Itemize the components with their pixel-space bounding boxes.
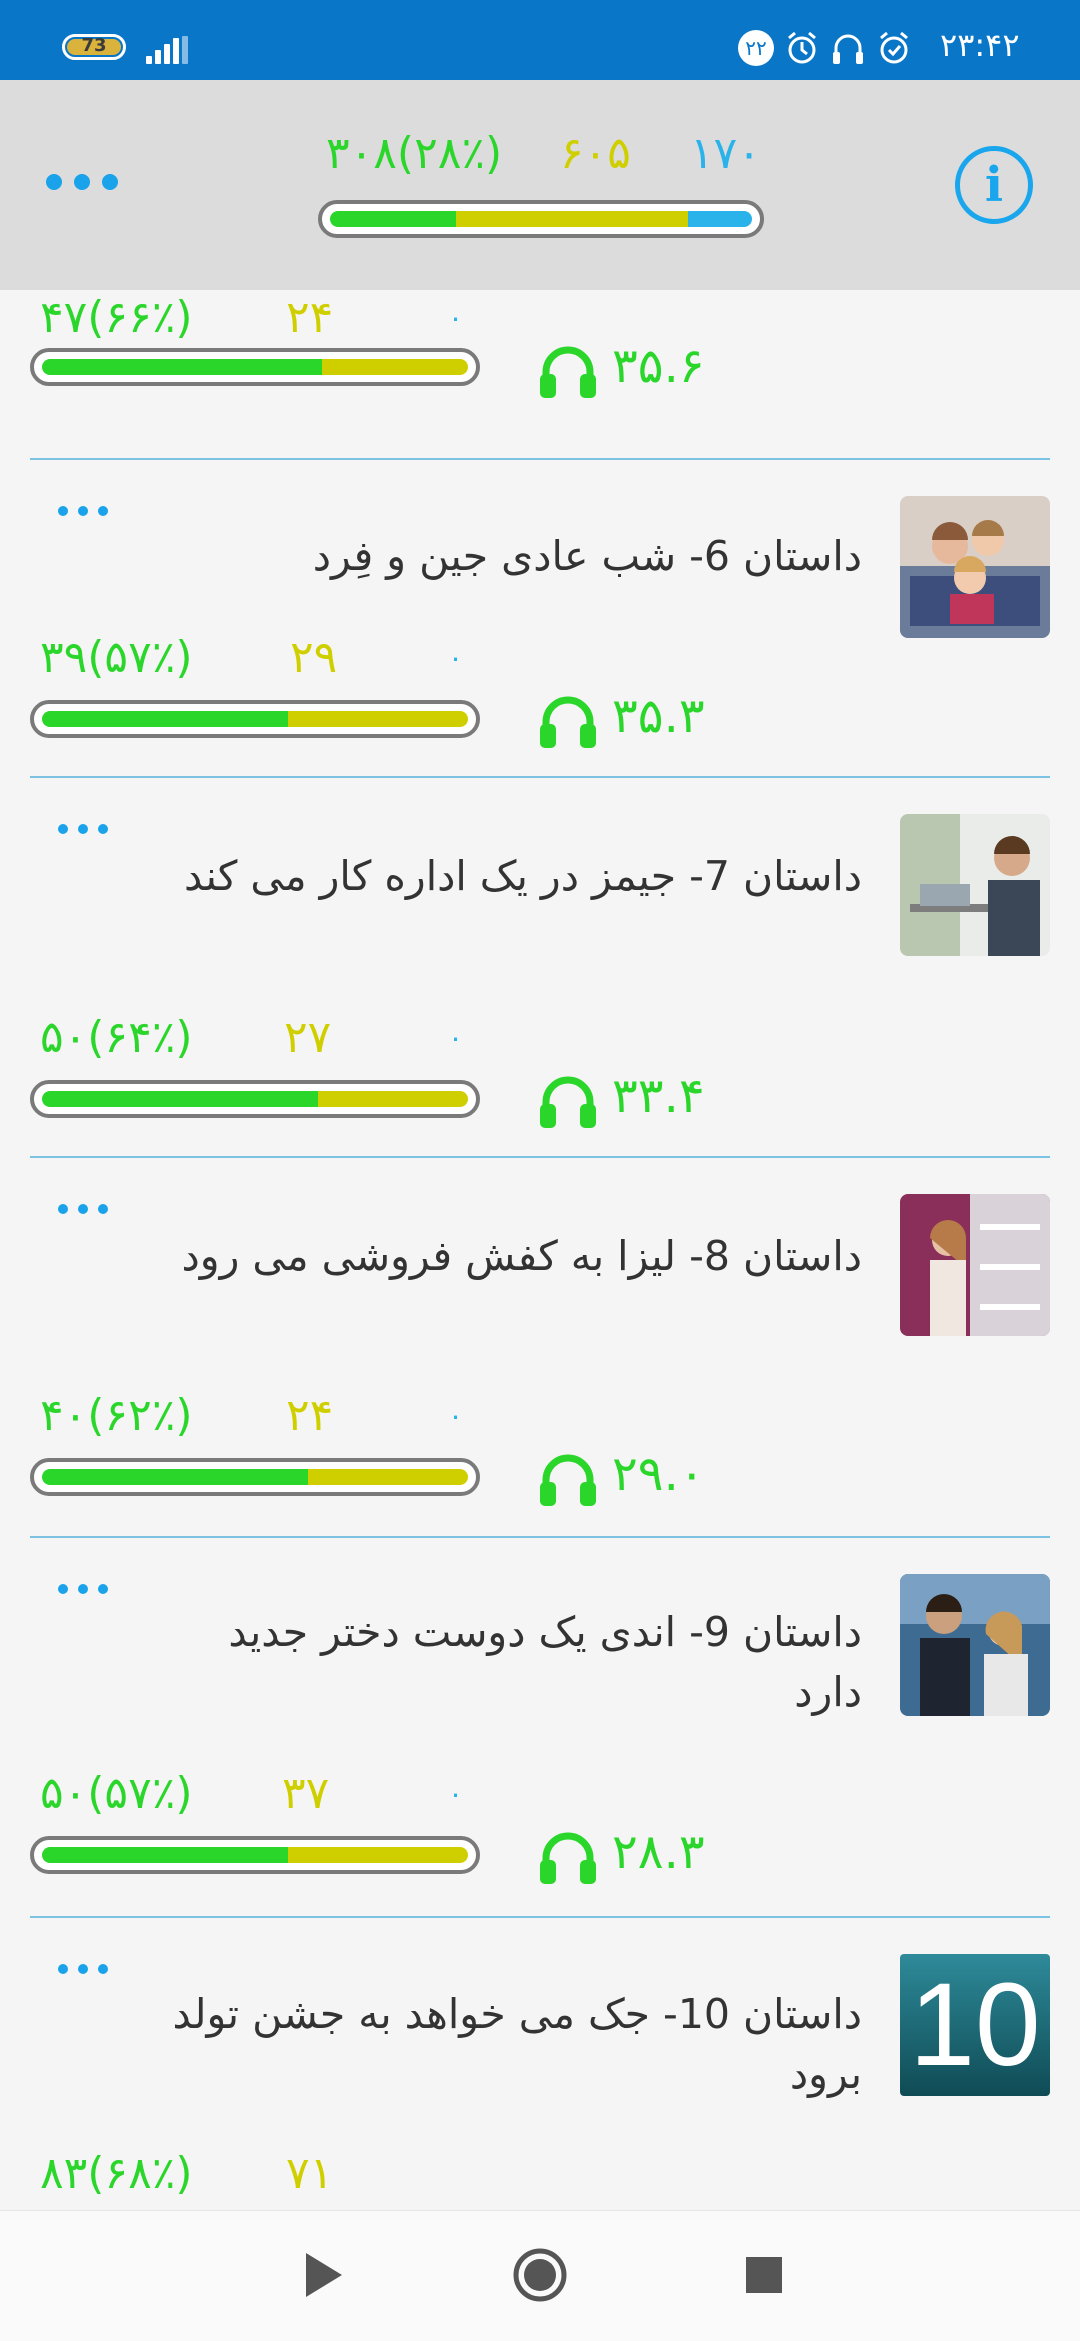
story-progress-bar (30, 700, 480, 738)
stop-icon[interactable] (734, 2245, 794, 2305)
learning-stat: ۳۷ (282, 1768, 330, 1819)
header-known-stat: ۳۰۸(۲۸٪) (326, 128, 503, 179)
notification-count-badge: ۲۲ (736, 28, 776, 68)
overflow-menu-icon[interactable] (46, 170, 126, 194)
divider (30, 776, 1050, 778)
headphone-icon (540, 1832, 596, 1884)
known-stat: ۵۰(۵۷٪) (40, 1768, 193, 1819)
divider (30, 1536, 1050, 1538)
story-thumbnail[interactable] (900, 496, 1050, 638)
story-stats: ۴۷(۶۶٪) ۲۴ ۰ ۳۵.۶ (0, 292, 1080, 432)
story-thumbnail[interactable]: 10 (900, 1954, 1050, 2096)
story-progress-bar (30, 1458, 480, 1496)
more-options-icon[interactable] (58, 1962, 110, 1978)
story-title[interactable]: داستان 8- لیزا به کفش فروشی می رود (150, 1226, 862, 1286)
progress-learning (456, 211, 688, 227)
progress-new (688, 211, 752, 227)
headphone-icon (828, 28, 868, 68)
known-stat: ۴۰(۶۲٪) (40, 1390, 193, 1441)
headphone-icon (540, 1076, 596, 1128)
battery-icon: 73 (62, 34, 126, 60)
story-progress-bar (30, 1080, 480, 1118)
headphone-icon (540, 696, 596, 748)
story-stats: ۵۰(۶۴٪) ۲۷ ۰ ۳۳.۴ (0, 1010, 1080, 1130)
story-thumbnail[interactable] (900, 814, 1050, 956)
known-stat: ۴۷(۶۶٪) (40, 292, 193, 343)
story-stats: ۴۰(۶۲٪) ۲۴ ۰ ۲۹.۰ (0, 1388, 1080, 1508)
duration: ۳۵.۳ (536, 686, 736, 748)
learning-stat: ۲۴ (286, 292, 334, 343)
duration: ۲۸.۳ (536, 1822, 736, 1884)
story-progress-bar (30, 348, 480, 386)
status-bar: 73 ۲۲ ۲۳:۴۲ (0, 0, 1080, 80)
more-options-icon[interactable] (58, 1202, 110, 1218)
headphone-icon (540, 346, 596, 398)
more-options-icon[interactable] (58, 1582, 110, 1598)
story-thumbnail[interactable] (900, 1574, 1050, 1716)
signal-icon (146, 36, 190, 64)
alarm-clock-icon (874, 28, 914, 68)
headphone-icon (540, 1454, 596, 1506)
info-icon[interactable]: i (955, 146, 1033, 224)
bottom-player-bar (0, 2210, 1080, 2341)
divider (30, 1156, 1050, 1158)
story-title[interactable]: داستان 7- جیمز در یک اداره کار می کند (150, 846, 862, 906)
divider (30, 1916, 1050, 1918)
new-stat: ۰ (448, 301, 464, 334)
story-list[interactable]: ۴۷(۶۶٪) ۲۴ ۰ ۳۵.۶ داستان 6- شب عادی جین … (0, 290, 1080, 2210)
header-new-stat: ۱۷۰ (690, 128, 761, 179)
header-learning-stat: ۶۰۵ (560, 128, 631, 179)
story-title[interactable]: داستان 6- شب عادی جین و فِرد (150, 526, 862, 586)
record-icon[interactable] (510, 2245, 570, 2305)
story-title[interactable]: داستان 10- جک می خواهد به جشن تولد برود (150, 1984, 862, 2104)
story-number-tile: 10 (909, 1959, 1041, 2091)
new-stat: ۰ (448, 1021, 464, 1054)
learning-stat: ۲۹ (290, 632, 338, 683)
clock-time: ۲۳:۴۲ (940, 26, 1020, 64)
battery-level: 73 (81, 35, 107, 56)
known-stat: ۸۳(۶۸٪) (40, 2148, 193, 2199)
duration: ۲۹.۰ (536, 1444, 736, 1506)
more-options-icon[interactable] (58, 504, 110, 520)
new-stat: ۰ (448, 641, 464, 674)
learning-stat: ۲۴ (286, 1390, 334, 1441)
alarm-icon (782, 28, 822, 68)
learning-stat: ۲۷ (284, 1012, 332, 1063)
story-thumbnail[interactable] (900, 1194, 1050, 1336)
known-stat: ۳۹(۵۷٪) (40, 632, 193, 683)
known-stat: ۵۰(۶۴٪) (40, 1012, 193, 1063)
more-options-icon[interactable] (58, 822, 110, 838)
story-title[interactable]: داستان 9- اندی یک دوست دختر جدید دارد (150, 1602, 862, 1722)
story-stats: ۸۳(۶۸٪) ۷۱ (0, 2142, 1080, 2210)
new-stat: ۰ (448, 1777, 464, 1810)
story-stats: ۳۹(۵۷٪) ۲۹ ۰ ۳۵.۳ (0, 630, 1080, 750)
play-icon[interactable] (292, 2245, 352, 2305)
duration: ۳۳.۴ (536, 1066, 736, 1128)
new-stat: ۰ (448, 1399, 464, 1432)
duration: ۳۵.۶ (536, 336, 736, 398)
learning-stat: ۷۱ (286, 2148, 334, 2199)
story-stats: ۵۰(۵۷٪) ۳۷ ۰ ۲۸.۳ (0, 1766, 1080, 1886)
progress-known (330, 211, 456, 227)
story-progress-bar (30, 1836, 480, 1874)
divider (30, 458, 1050, 460)
header-progress-bar (318, 200, 764, 238)
app-header: ۳۰۸(۲۸٪) ۶۰۵ ۱۷۰ i (0, 80, 1080, 290)
